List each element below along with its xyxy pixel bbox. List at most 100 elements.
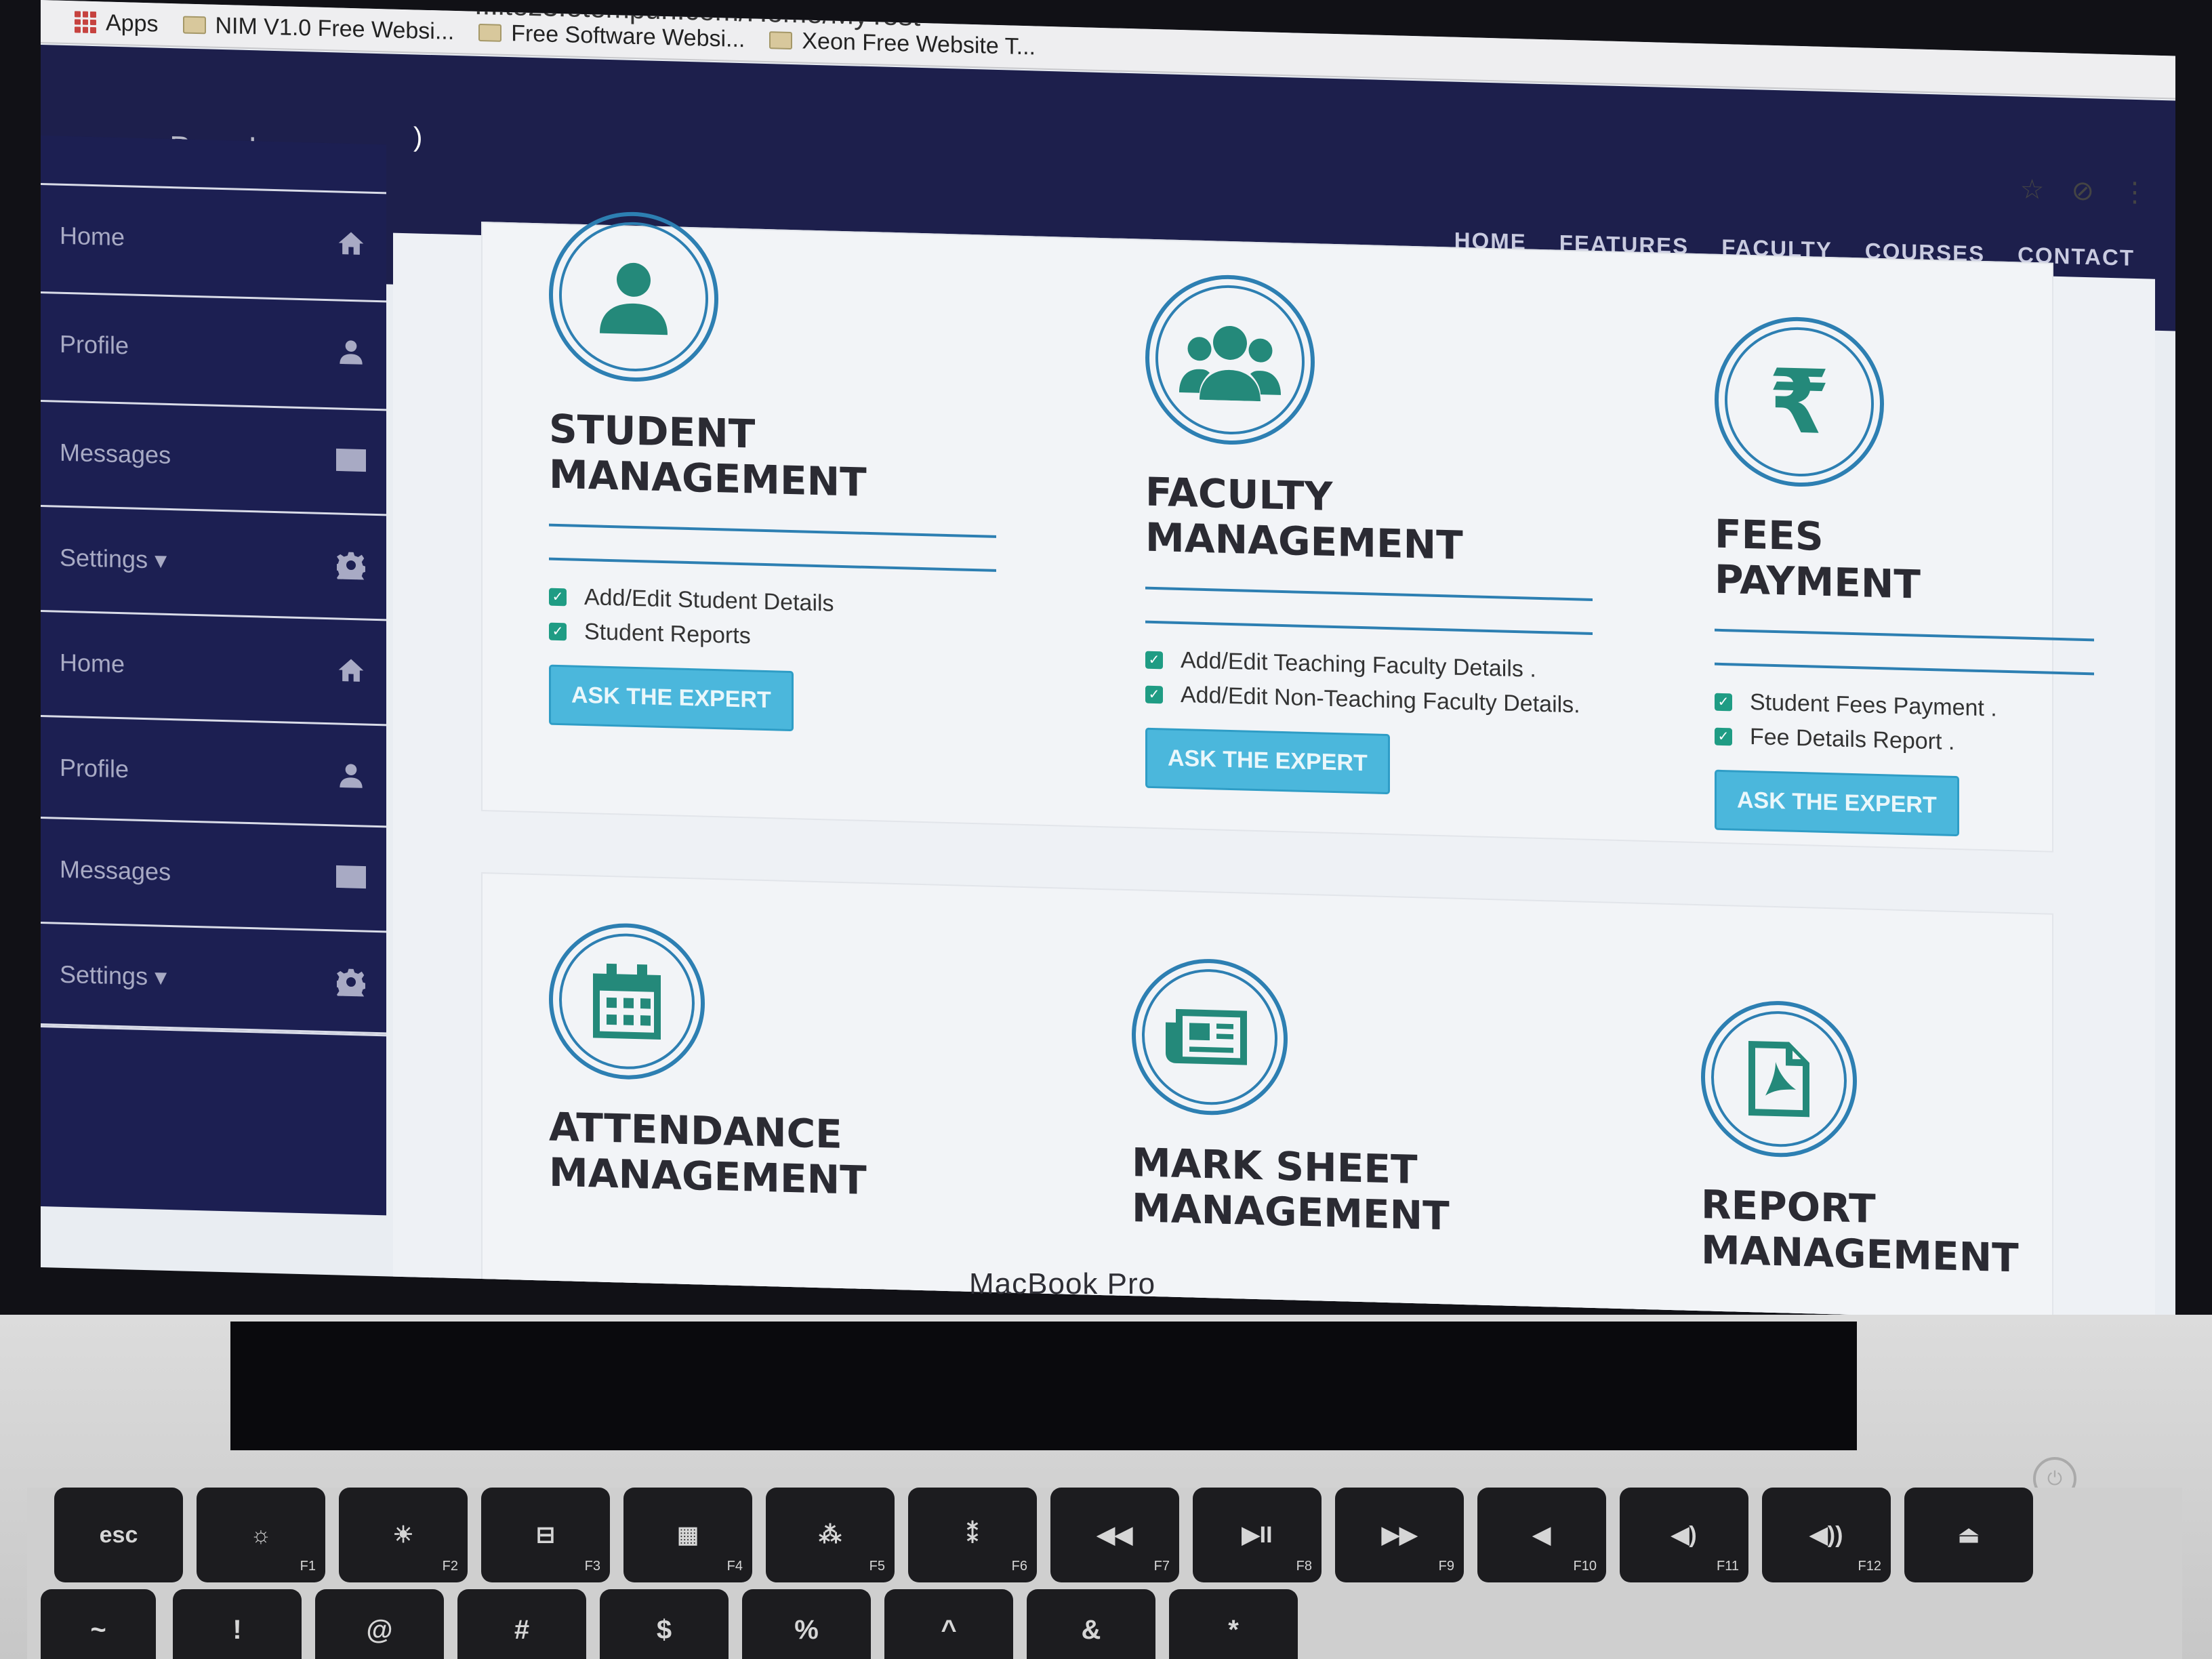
checkbox-icon: ✓ bbox=[549, 622, 567, 641]
list-item-text: Add/Edit Student Details bbox=[584, 584, 834, 617]
key-esc[interactable]: esc bbox=[54, 1488, 183, 1582]
key-fn-label: F7 bbox=[1153, 1559, 1170, 1574]
key-label: $ bbox=[656, 1614, 672, 1645]
key-f12[interactable]: ◀)) F12 bbox=[1762, 1488, 1891, 1582]
ask-the-expert-button[interactable]: ASK THE EXPERT bbox=[1715, 770, 1959, 837]
extension-icon[interactable]: ⊘ bbox=[2071, 175, 2094, 207]
calendar-icon bbox=[559, 932, 695, 1071]
sidebar-item-label: Messages bbox=[60, 855, 171, 886]
key-f10[interactable]: ◀ F10 bbox=[1477, 1488, 1606, 1582]
bookmark-star-icon[interactable]: ☆ bbox=[2020, 173, 2045, 205]
key-f7[interactable]: ◀◀ F7 bbox=[1050, 1488, 1179, 1582]
list-item: ✓ Fee Details Report . bbox=[1715, 723, 2175, 762]
key-label: # bbox=[514, 1614, 530, 1645]
checkbox-icon: ✓ bbox=[549, 588, 567, 607]
sidebar-item-label: Messages bbox=[60, 438, 171, 469]
sidebar-item-profile[interactable]: Profile bbox=[41, 291, 386, 403]
sidebar-item-label: Settings ▾ bbox=[60, 543, 167, 574]
feature-student-management: STUDENT MANAGEMENT ✓ Add/Edit Student Det… bbox=[549, 209, 1023, 738]
gear-icon bbox=[335, 548, 367, 581]
list-item-text: Fee Details Report . bbox=[1750, 724, 1955, 756]
sidebar-item-messages[interactable]: Messages bbox=[41, 817, 386, 928]
apps-grid-icon bbox=[75, 11, 96, 34]
key-3[interactable]: # bbox=[457, 1589, 586, 1659]
key-f9[interactable]: ▶▶ F9 bbox=[1335, 1488, 1464, 1582]
newspaper-icon bbox=[1142, 967, 1277, 1107]
rupee-icon: ₹ bbox=[1725, 325, 1874, 478]
key-fn-label: F1 bbox=[300, 1559, 316, 1574]
sidebar-item-label: Profile bbox=[60, 753, 129, 783]
sidebar-item-settings[interactable]: Settings ▾ bbox=[41, 922, 386, 1033]
key-eject[interactable]: ⏏ bbox=[1904, 1488, 2033, 1582]
divider bbox=[1715, 663, 2094, 676]
mute-icon: ◀ bbox=[1532, 1522, 1551, 1548]
sidebar-toggle-icon[interactable]: ) bbox=[413, 122, 422, 152]
photo-scene: Apps NIM V1.0 Free Websi... Free Softwar… bbox=[0, 0, 2212, 1659]
key-fn-label: F4 bbox=[726, 1559, 743, 1574]
key-2[interactable]: @ bbox=[315, 1589, 444, 1659]
sidebar-item-label: Profile bbox=[60, 329, 129, 359]
user-icon bbox=[335, 758, 367, 792]
sidebar-item-settings[interactable]: Settings ▾ bbox=[41, 505, 386, 616]
list-item: ✓ Add/Edit Non-Teaching Faculty Details. bbox=[1145, 681, 1620, 720]
feature-checklist: ✓ Add/Edit Student Details ✓ Student Repor… bbox=[549, 583, 1023, 657]
key-f2[interactable]: ☀ F2 bbox=[339, 1488, 468, 1582]
checkbox-icon: ✓ bbox=[1145, 651, 1163, 670]
home-icon bbox=[335, 653, 367, 687]
laptop-hinge bbox=[230, 1322, 1857, 1450]
ask-the-expert-button[interactable]: ASK THE EXPERT bbox=[1145, 728, 1390, 795]
mission-control-icon: ⊟ bbox=[535, 1522, 556, 1548]
list-item: ✓ Student Reports bbox=[549, 618, 1023, 657]
key-f8[interactable]: ▶II F8 bbox=[1193, 1488, 1322, 1582]
feature-title: STUDENT MANAGEMENT bbox=[549, 405, 867, 506]
key-f3[interactable]: ⊟ F3 bbox=[481, 1488, 610, 1582]
bookmark-folder-icon bbox=[478, 23, 502, 42]
sidebar-item-messages[interactable]: Messages bbox=[41, 400, 386, 511]
divider bbox=[1145, 621, 1593, 636]
key-8[interactable]: * bbox=[1169, 1589, 1298, 1659]
bookmark-label: Xeon Free Website T... bbox=[802, 27, 1036, 60]
browser-menu-icon[interactable]: ⋮ bbox=[2121, 176, 2148, 208]
bookmark-nim[interactable]: NIM V1.0 Free Websi... bbox=[182, 12, 455, 45]
key-fn-label: F9 bbox=[1438, 1559, 1454, 1574]
sidebar-item-home[interactable]: Home bbox=[41, 610, 386, 721]
key-f11[interactable]: ◀) F11 bbox=[1620, 1488, 1748, 1582]
feature-icon-ring bbox=[549, 921, 705, 1082]
brightness-down-icon: ☼ bbox=[250, 1521, 272, 1548]
feature-checklist: ✓ Add/Edit Teaching Faculty Details . ✓ Ad… bbox=[1145, 647, 1620, 720]
ask-the-expert-button[interactable]: ASK THE EXPERT bbox=[549, 665, 794, 732]
sidebar-item-profile[interactable]: Profile bbox=[41, 715, 386, 826]
sidebar-item-label: Home bbox=[60, 221, 125, 251]
key-fn-label: F12 bbox=[1858, 1559, 1881, 1574]
bookmark-label: NIM V1.0 Free Websi... bbox=[215, 12, 455, 45]
sidebar-item-home[interactable]: Home bbox=[41, 183, 386, 294]
key-7[interactable]: & bbox=[1027, 1589, 1155, 1659]
list-item: ✓ Add/Edit Teaching Faculty Details . bbox=[1145, 647, 1620, 685]
bookmark-apps[interactable]: Apps bbox=[75, 9, 159, 37]
key-5[interactable]: % bbox=[742, 1589, 871, 1659]
key-1[interactable]: ! bbox=[173, 1589, 302, 1659]
key-label: ~ bbox=[90, 1614, 106, 1645]
key-6[interactable]: ^ bbox=[884, 1589, 1013, 1659]
feature-title: MARK SHEET MANAGEMENT bbox=[1132, 1139, 1450, 1240]
laptop-model-label: MacBook Pro bbox=[969, 1267, 1156, 1300]
checkbox-icon: ✓ bbox=[1715, 727, 1732, 746]
list-item: ✓ Student Fees Payment . bbox=[1715, 689, 2175, 727]
volume-down-icon: ◀) bbox=[1671, 1522, 1697, 1548]
key-f5[interactable]: ⁂ F5 bbox=[766, 1488, 895, 1582]
eject-icon: ⏏ bbox=[1957, 1522, 1980, 1548]
browser-actions: ☆ ⊘ ⋮ bbox=[2020, 173, 2148, 208]
key-f1[interactable]: ☼ F1 bbox=[197, 1488, 325, 1582]
key-4[interactable]: $ bbox=[600, 1589, 729, 1659]
sidebar-item-label: Home bbox=[60, 648, 125, 678]
list-item-text: Student Fees Payment . bbox=[1750, 689, 1997, 722]
feature-title: FEES PAYMENT bbox=[1715, 510, 1921, 608]
key-label: & bbox=[1081, 1614, 1101, 1645]
feature-icon-ring bbox=[1132, 957, 1288, 1118]
laptop-screen: Apps NIM V1.0 Free Websi... Free Softwar… bbox=[41, 0, 2175, 1324]
sidebar: Home Profile Messages Settings ▾ Home Pr… bbox=[41, 136, 386, 1216]
key-tilde[interactable]: ~ bbox=[41, 1589, 156, 1659]
key-f4[interactable]: ▦ F4 bbox=[623, 1488, 752, 1582]
rewind-icon: ◀◀ bbox=[1097, 1522, 1133, 1548]
key-f6[interactable]: ⁑ F6 bbox=[908, 1488, 1037, 1582]
